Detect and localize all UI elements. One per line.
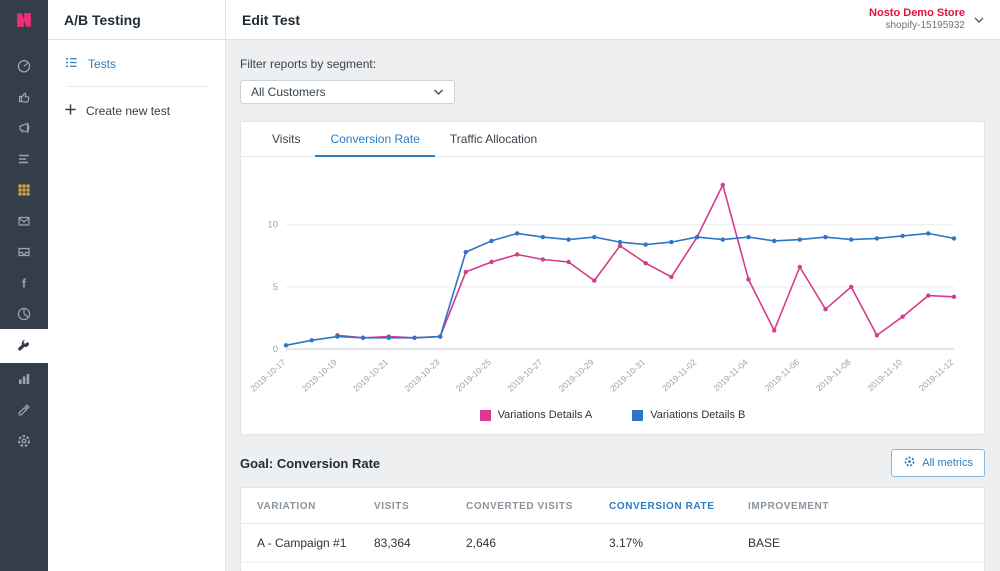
svg-text:2019-11-06: 2019-11-06 xyxy=(762,357,801,393)
dashboard-icon[interactable] xyxy=(0,50,48,81)
variation-b-rate: 6.71% xyxy=(599,563,738,571)
email-envelope-icon[interactable] xyxy=(0,205,48,236)
variation-a-improvement: BASE xyxy=(738,524,984,563)
svg-text:2019-10-27: 2019-10-27 xyxy=(505,357,544,394)
svg-text:2019-10-31: 2019-10-31 xyxy=(608,357,647,394)
legend-item-variation-a[interactable]: Variations Details A xyxy=(480,409,593,421)
segments-pie-icon[interactable] xyxy=(0,298,48,329)
chevron-down-icon[interactable] xyxy=(974,11,984,29)
variation-a-converted: 2,646 xyxy=(456,524,599,563)
megaphone-icon[interactable] xyxy=(0,112,48,143)
svg-text:2019-10-23: 2019-10-23 xyxy=(402,357,441,394)
variation-b-name[interactable]: B - Campaign #2 xyxy=(241,563,364,571)
legend-swatch-a xyxy=(480,410,491,421)
inbox-tray-icon[interactable] xyxy=(0,236,48,267)
svg-text:0: 0 xyxy=(272,344,277,355)
col-header-converted-visits: CONVERTED VISITS xyxy=(456,488,599,524)
debug-tools-icon[interactable] xyxy=(0,394,48,425)
facebook-icon[interactable]: f xyxy=(0,267,48,298)
create-new-test-label: Create new test xyxy=(86,104,170,118)
ab-test-wrench-icon[interactable] xyxy=(0,329,48,363)
table-row-variation-a: A - Campaign #1 83,364 2,646 3.17% BASE xyxy=(241,524,984,563)
tab-conversion-rate[interactable]: Conversion Rate xyxy=(315,122,434,157)
settings-gear-icon[interactable] xyxy=(0,425,48,456)
segment-select[interactable]: All Customers xyxy=(240,80,455,104)
thumbs-up-icon[interactable] xyxy=(0,81,48,112)
tab-visits[interactable]: Visits xyxy=(257,122,315,157)
all-metrics-button[interactable]: All metrics xyxy=(891,449,985,477)
store-switcher[interactable]: Nosto Demo Store shopify-15195932 xyxy=(869,7,984,32)
table-row-variation-b: B - Campaign #2 197,754 13,279 6.71% +10… xyxy=(241,563,984,571)
chart-legend: Variations Details A Variations Details … xyxy=(241,409,984,434)
category-grid-icon[interactable] xyxy=(0,174,48,205)
all-metrics-label: All metrics xyxy=(922,457,973,469)
svg-text:2019-10-19: 2019-10-19 xyxy=(299,357,338,394)
svg-text:2019-11-08: 2019-11-08 xyxy=(814,357,853,393)
conversion-rate-chart: 0 5 10 2019-10-17 2019-10-19 2019-10-21 2019-1… xyxy=(241,157,984,409)
legend-item-variation-b[interactable]: Variations Details B xyxy=(632,409,745,421)
svg-text:10: 10 xyxy=(267,220,278,231)
svg-text:5: 5 xyxy=(272,282,277,293)
plus-icon xyxy=(64,103,77,119)
app-window: f A/B Testing Tests xyxy=(0,0,1000,571)
svg-text:2019-10-29: 2019-10-29 xyxy=(556,357,595,394)
sidebar-item-tests[interactable]: Tests xyxy=(48,40,225,85)
svg-text:2019-11-10: 2019-11-10 xyxy=(865,357,904,393)
sidebar-header: A/B Testing xyxy=(48,0,225,40)
segment-filter-label: Filter reports by segment: xyxy=(240,57,985,71)
content: Filter reports by segment: All Customers… xyxy=(226,40,1000,571)
legend-label-b: Variations Details B xyxy=(650,409,745,421)
nosto-logo[interactable] xyxy=(0,0,48,40)
variation-b-converted: 13,279 xyxy=(456,563,599,571)
variation-b-visits: 197,754 xyxy=(364,563,456,571)
goal-header-row: Goal: Conversion Rate All metrics xyxy=(240,449,985,477)
store-id: shopify-15195932 xyxy=(869,20,965,32)
tab-traffic-allocation[interactable]: Traffic Allocation xyxy=(435,122,552,157)
variation-a-name: A - Campaign #1 xyxy=(241,524,364,563)
chevron-down-icon xyxy=(433,85,444,99)
report-tabs: Visits Conversion Rate Traffic Allocatio… xyxy=(241,122,984,157)
variation-a-rate: 3.17% xyxy=(599,524,738,563)
sidebar-item-label: Tests xyxy=(88,57,116,71)
sidebar-divider xyxy=(68,86,207,87)
results-table-card: VARIATION VISITS CONVERTED VISITS CONVER… xyxy=(240,487,985,571)
legend-label-a: Variations Details A xyxy=(498,409,593,421)
tests-list-icon xyxy=(64,55,79,73)
create-new-test-button[interactable]: Create new test xyxy=(48,88,225,131)
svg-text:2019-11-04: 2019-11-04 xyxy=(711,357,750,393)
store-name: Nosto Demo Store xyxy=(869,7,965,20)
col-header-improvement: IMPROVEMENT xyxy=(738,488,984,524)
gear-icon xyxy=(903,455,916,471)
results-table: VARIATION VISITS CONVERTED VISITS CONVER… xyxy=(241,488,984,571)
col-header-conversion-rate: CONVERSION RATE xyxy=(599,488,738,524)
content-lines-icon[interactable] xyxy=(0,143,48,174)
col-header-variation: VARIATION xyxy=(241,488,364,524)
svg-text:2019-10-17: 2019-10-17 xyxy=(250,357,288,394)
svg-text:2019-11-12: 2019-11-12 xyxy=(916,357,955,393)
legend-swatch-b xyxy=(632,410,643,421)
segment-select-value: All Customers xyxy=(251,85,326,99)
col-header-visits: VISITS xyxy=(364,488,456,524)
page-title: Edit Test xyxy=(242,12,300,28)
sidebar-title: A/B Testing xyxy=(64,12,141,28)
report-card: Visits Conversion Rate Traffic Allocatio… xyxy=(240,121,985,435)
variation-b-improvement: +103.07% +120.50% xyxy=(738,563,984,571)
svg-text:2019-10-21: 2019-10-21 xyxy=(351,357,390,394)
svg-text:2019-10-25: 2019-10-25 xyxy=(453,357,492,394)
goal-title: Goal: Conversion Rate xyxy=(240,456,380,471)
main-area: Edit Test Nosto Demo Store shopify-15195… xyxy=(226,0,1000,571)
table-header-row: VARIATION VISITS CONVERTED VISITS CONVER… xyxy=(241,488,984,524)
top-bar: Edit Test Nosto Demo Store shopify-15195… xyxy=(226,0,1000,40)
sidebar: A/B Testing Tests Create new test xyxy=(48,0,226,571)
svg-text:2019-11-02: 2019-11-02 xyxy=(659,357,698,393)
analytics-bars-icon[interactable] xyxy=(0,363,48,394)
svg-text:f: f xyxy=(22,276,27,290)
icon-rail: f xyxy=(0,0,48,571)
variation-a-visits: 83,364 xyxy=(364,524,456,563)
